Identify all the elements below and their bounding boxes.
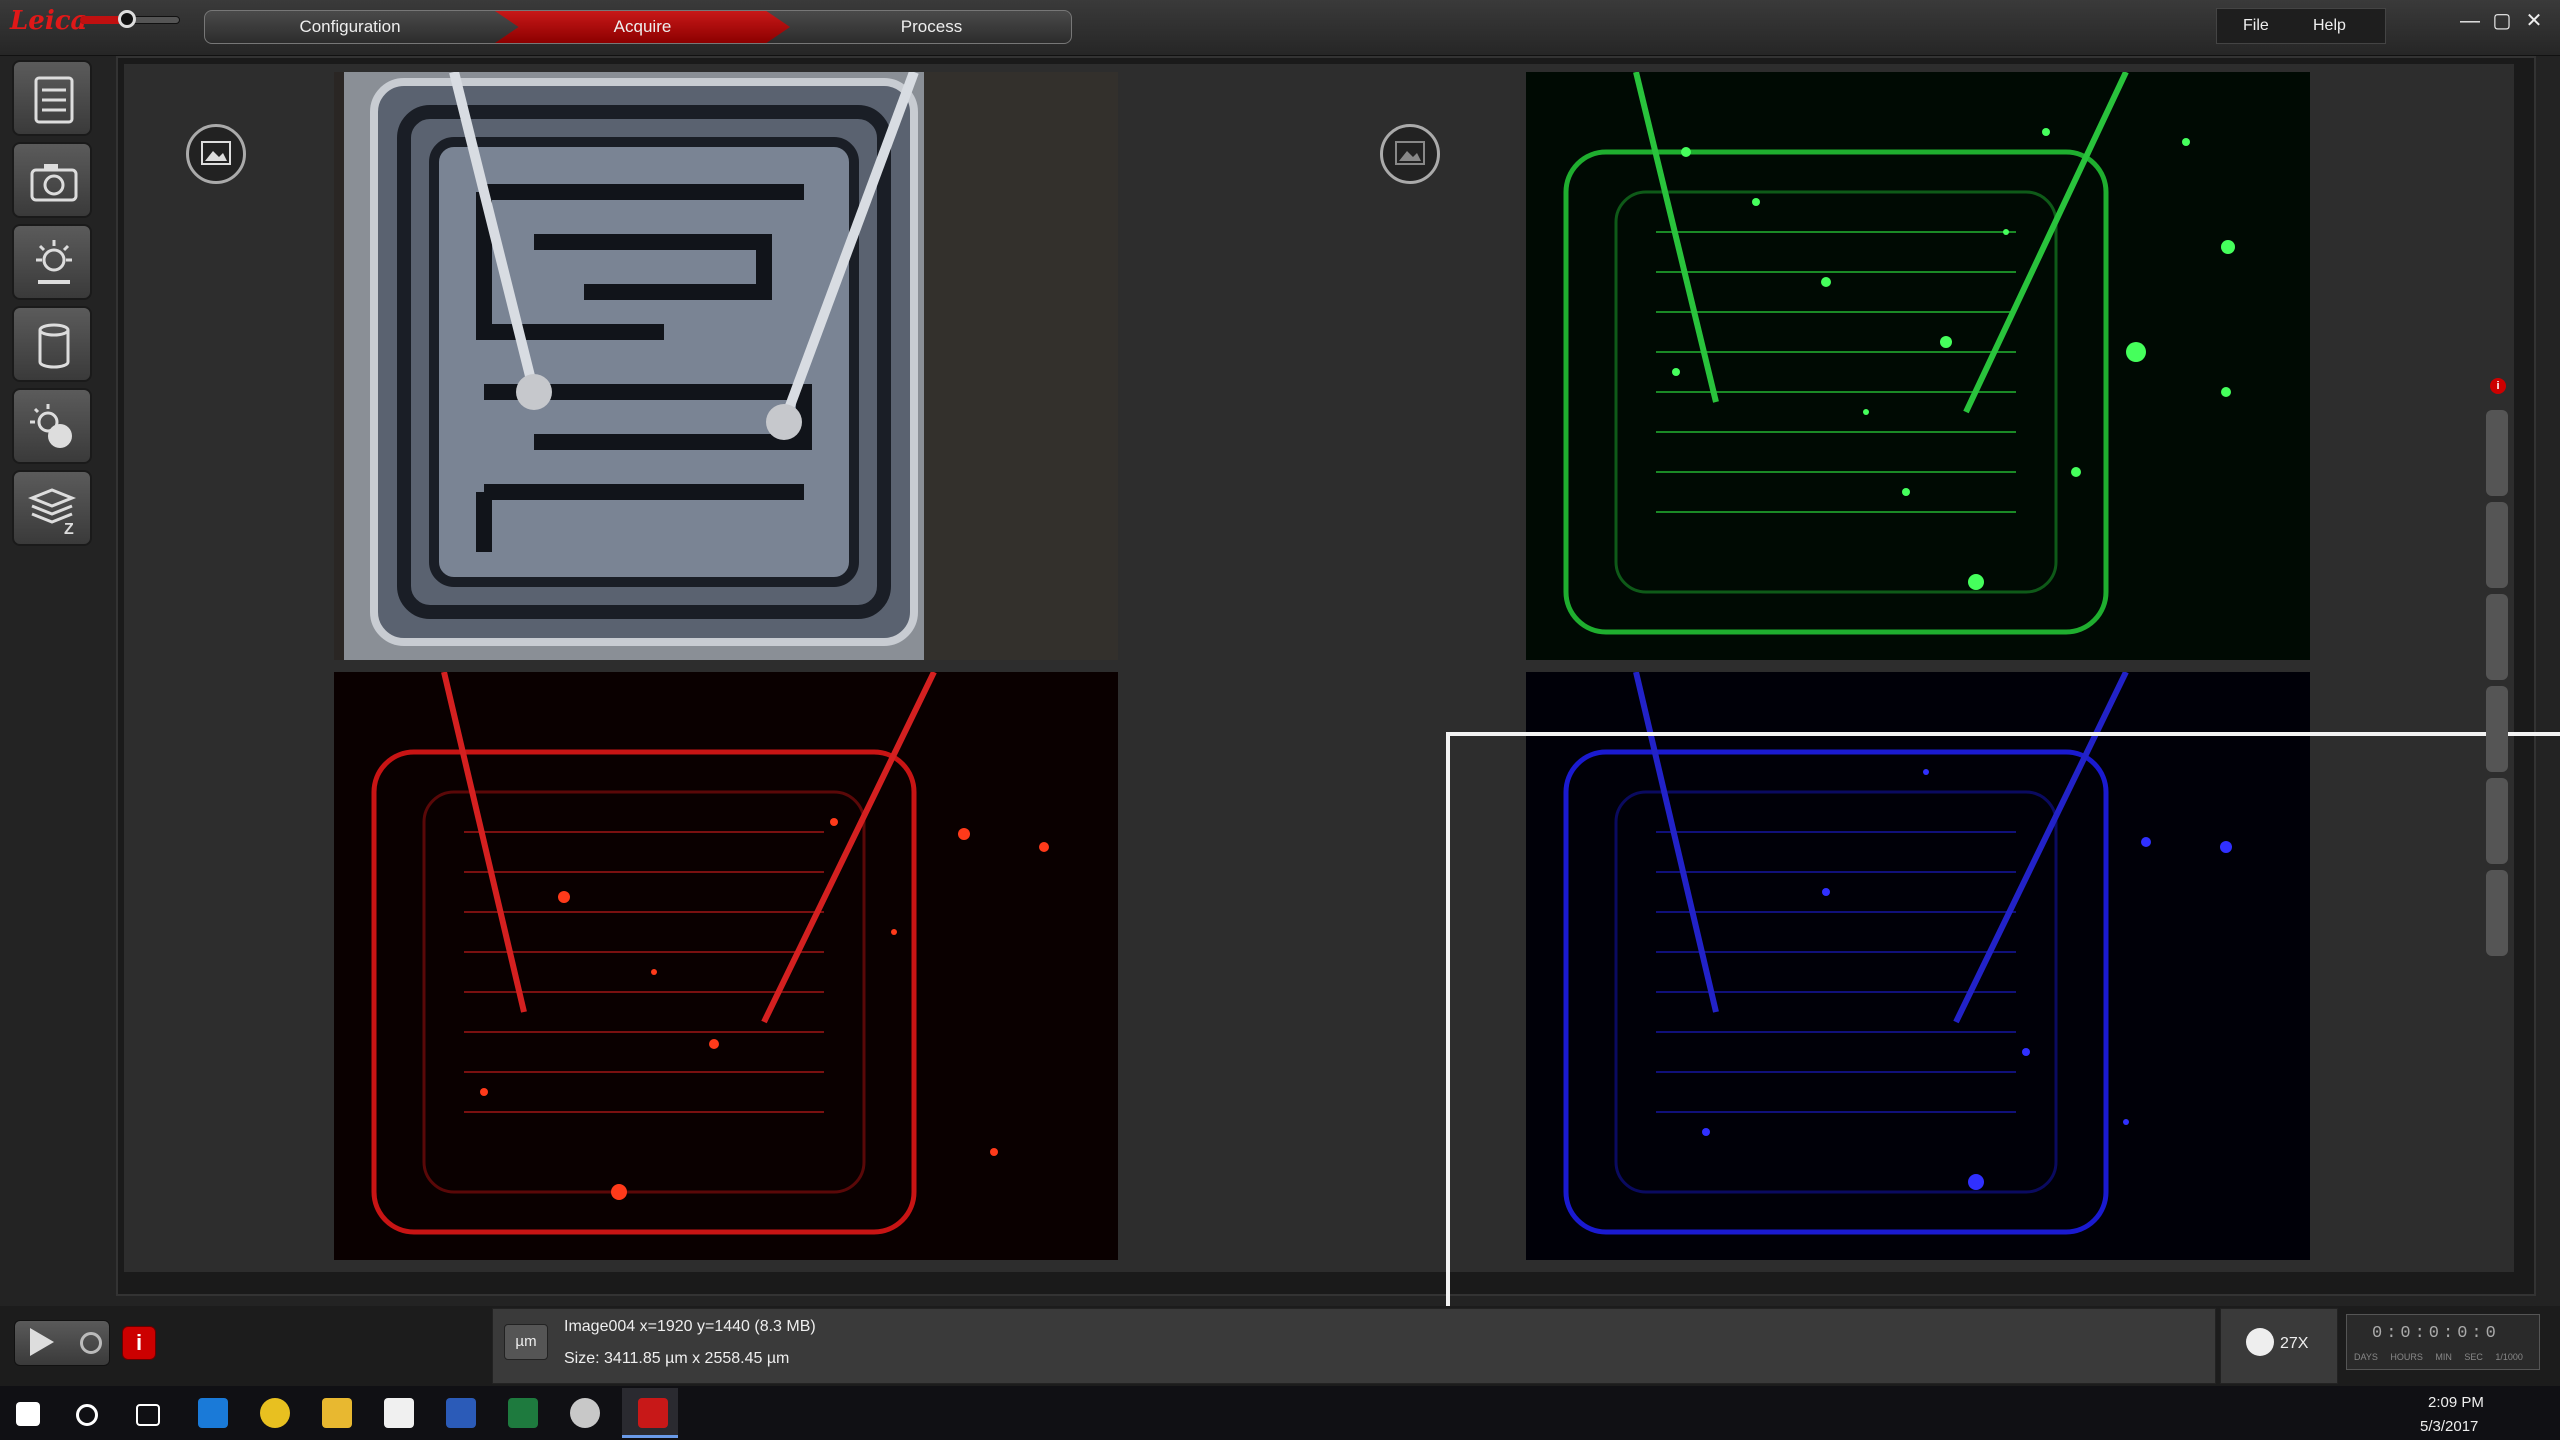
storage-button[interactable] — [12, 306, 92, 382]
info-tool-button[interactable] — [2486, 686, 2508, 772]
illumination-icon — [36, 240, 72, 284]
record-icon[interactable] — [80, 1332, 102, 1354]
snapshot-button-right[interactable] — [1380, 124, 1440, 184]
workflow-bar: Configuration Acquire Process — [204, 10, 1072, 44]
word-icon[interactable] — [446, 1398, 476, 1428]
image-tile-red[interactable] — [334, 672, 1118, 1260]
3d-tool-button[interactable] — [2486, 778, 2508, 864]
storage-icon — [38, 323, 70, 369]
close-icon[interactable]: ✕ — [2522, 10, 2546, 34]
menu-file[interactable]: File — [2243, 17, 2269, 35]
info-badge[interactable]: i — [2490, 378, 2506, 394]
fluorescence-button[interactable] — [12, 388, 92, 464]
clock-time[interactable]: 2:09 PM — [2428, 1394, 2484, 1411]
project-tree-icon — [34, 76, 74, 124]
image-size-text: Size: 3411.85 µm x 2558.45 µm — [564, 1350, 790, 1367]
camera-button[interactable] — [12, 142, 92, 218]
window-controls: — ▢ ✕ — [2458, 10, 2558, 34]
file-explorer-icon[interactable] — [322, 1398, 352, 1428]
zoom-level: 27X — [2280, 1335, 2309, 1352]
tab-configuration[interactable]: Configuration — [205, 11, 495, 43]
cortana-search-icon[interactable] — [76, 1404, 98, 1426]
profile-tool-button[interactable] — [2486, 410, 2508, 496]
timer-value: 0:0:0:0:0 — [2372, 1324, 2500, 1343]
leica-las-x-icon — [638, 1398, 668, 1428]
camera-icon — [30, 164, 78, 202]
left-toolbar: Z — [8, 56, 96, 546]
edge-icon[interactable] — [198, 1398, 228, 1428]
project-tree-button[interactable] — [12, 60, 92, 136]
selected-tile-frame — [1446, 732, 2560, 1328]
play-icon — [30, 1328, 54, 1356]
zoom-panel[interactable] — [2220, 1308, 2338, 1384]
timer-labels: DAYS HOURS MIN SEC 1/1000 — [2354, 1352, 2523, 1362]
illumination-button[interactable] — [12, 224, 92, 300]
image-icon — [1395, 141, 1425, 165]
image-tile-brightfield[interactable] — [334, 72, 1118, 660]
task-view-icon[interactable] — [136, 1404, 160, 1426]
image-tile-green[interactable] — [1526, 72, 2310, 660]
image-icon — [201, 141, 231, 165]
svg-text:Z: Z — [64, 521, 74, 536]
right-toolbar — [2486, 376, 2510, 956]
histogram-tool-button[interactable] — [2486, 502, 2508, 588]
tab-process[interactable]: Process — [790, 11, 1071, 43]
menu-bar: File Help — [2216, 8, 2386, 44]
tab-acquire[interactable]: Acquire — [495, 11, 790, 43]
minimize-icon[interactable]: — — [2458, 10, 2482, 34]
unit-toggle-button[interactable]: µm — [504, 1324, 548, 1360]
clock-date[interactable]: 5/3/2017 — [2420, 1418, 2478, 1435]
brightness-slider-knob[interactable] — [118, 10, 136, 28]
snapshot-button-left[interactable] — [186, 124, 246, 184]
zoom-tool-button[interactable] — [2486, 594, 2508, 680]
menu-help[interactable]: Help — [2313, 17, 2346, 35]
paint-icon[interactable] — [570, 1398, 600, 1428]
magnifier-icon — [2246, 1328, 2274, 1356]
info-button[interactable]: i — [122, 1326, 156, 1360]
excel-icon[interactable] — [508, 1398, 538, 1428]
windows-start-icon[interactable] — [16, 1402, 40, 1426]
z-stack-icon: Z — [28, 488, 77, 536]
measure-tool-button[interactable] — [2486, 870, 2508, 956]
image-viewer-canvas[interactable] — [124, 64, 2560, 1328]
fluorescence-icon — [30, 404, 72, 448]
z-stack-button[interactable]: Z — [12, 470, 92, 546]
leica-logo: Leica — [10, 6, 88, 36]
chrome-icon[interactable] — [260, 1398, 290, 1428]
store-icon[interactable] — [384, 1398, 414, 1428]
image-info-text: Image004 x=1920 y=1440 (8.3 MB) — [564, 1318, 816, 1335]
maximize-icon[interactable]: ▢ — [2490, 10, 2514, 34]
